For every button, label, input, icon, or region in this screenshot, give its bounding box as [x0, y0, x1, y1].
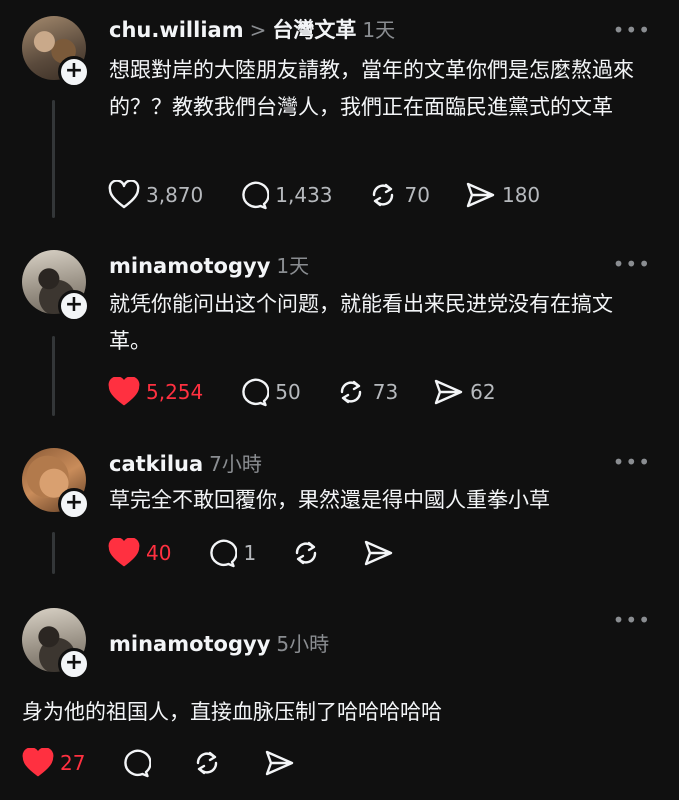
repost-icon	[372, 183, 393, 207]
heart-icon	[108, 538, 140, 567]
post-header: minamotogyy 1天	[109, 250, 309, 279]
username[interactable]: minamotogyy	[109, 632, 270, 656]
repost-button[interactable]: 73	[335, 377, 398, 407]
reply-count: 1,433	[275, 183, 333, 207]
repost-button[interactable]	[191, 748, 229, 778]
more-icon[interactable]: •••	[613, 252, 651, 276]
like-count: 5,254	[146, 380, 204, 404]
share-count: 62	[470, 380, 496, 404]
like-button[interactable]: 5,254	[108, 377, 203, 407]
share-icon	[364, 540, 393, 566]
post-text: 就凭你能问出这个问题，就能看出来民进党没有在搞文革。	[109, 292, 613, 353]
reply-button[interactable]: 1	[205, 538, 256, 568]
post-time: 1天	[276, 254, 310, 278]
thread-line	[52, 532, 55, 574]
share-count: 180	[501, 183, 541, 207]
reply-button[interactable]	[119, 748, 157, 778]
repost-count: 73	[372, 380, 399, 404]
comment-icon	[124, 749, 152, 778]
follow-plus-icon[interactable]: +	[58, 290, 90, 322]
username[interactable]: minamotogyy	[109, 254, 270, 278]
post-text: 想跟對岸的大陸朋友請教，當年的文革你們是怎麼熬過來的？？教教我們台灣人，我們正在…	[109, 58, 634, 119]
heart-icon	[108, 377, 140, 406]
chevron-right-icon: >	[249, 18, 267, 42]
follow-plus-icon[interactable]: +	[58, 488, 90, 520]
post-header: chu.william > 台灣文革 1天	[109, 14, 395, 44]
post-actions: 3,870 1,433 70 180	[108, 179, 574, 211]
post-time: 1天	[362, 18, 396, 42]
more-icon[interactable]: •••	[613, 450, 651, 474]
heart-icon	[108, 180, 140, 209]
post-header: catkilua 7小時	[109, 448, 262, 477]
like-count: 40	[146, 541, 172, 565]
share-button[interactable]: 62	[432, 377, 496, 407]
share-button[interactable]	[362, 538, 400, 568]
username[interactable]: chu.william	[109, 18, 244, 42]
topic-tag[interactable]: 台灣文革	[272, 18, 356, 42]
like-button[interactable]: 3,870	[108, 180, 203, 210]
repost-button[interactable]: 70	[367, 180, 430, 210]
comment-icon	[242, 181, 270, 210]
more-icon[interactable]: •••	[613, 18, 651, 42]
post-time: 7小時	[209, 452, 262, 476]
share-icon	[266, 750, 294, 776]
username[interactable]: catkilua	[109, 452, 203, 476]
reply-count: 1	[243, 541, 257, 565]
repost-icon	[197, 751, 218, 775]
reply-count: 50	[275, 380, 301, 404]
repost-icon	[340, 380, 361, 404]
like-count: 3,870	[146, 183, 204, 207]
follow-plus-icon[interactable]: +	[58, 648, 90, 680]
reply-button[interactable]: 50	[237, 377, 301, 407]
like-button[interactable]: 40	[108, 538, 171, 568]
heart-icon	[22, 748, 54, 777]
post-text: 草完全不敢回覆你，果然還是得中國人重拳小草	[109, 488, 550, 512]
repost-button[interactable]	[290, 538, 328, 568]
follow-plus-icon[interactable]: +	[58, 56, 90, 88]
reply-button[interactable]: 1,433	[237, 180, 333, 210]
post-actions: 27	[22, 747, 335, 779]
repost-count: 70	[404, 183, 430, 207]
share-button[interactable]	[263, 748, 301, 778]
post-time: 5小時	[276, 632, 330, 656]
more-icon[interactable]: •••	[613, 608, 651, 632]
like-count: 27	[60, 751, 86, 775]
comment-icon	[210, 539, 238, 568]
post-header: minamotogyy 5小時	[109, 628, 329, 657]
share-icon	[434, 379, 463, 405]
post-actions: 5,254 50 73 62	[108, 376, 530, 408]
share-icon	[466, 182, 495, 208]
repost-icon	[295, 541, 317, 565]
post-actions: 40 1	[108, 537, 434, 569]
like-button[interactable]: 27	[22, 748, 85, 778]
share-button[interactable]: 180	[464, 180, 540, 210]
thread-line	[52, 336, 55, 416]
post-text: 身为他的祖国人，直接血脉压制了哈哈哈哈哈	[22, 700, 442, 724]
comment-icon	[242, 378, 270, 407]
thread-line	[52, 100, 55, 218]
